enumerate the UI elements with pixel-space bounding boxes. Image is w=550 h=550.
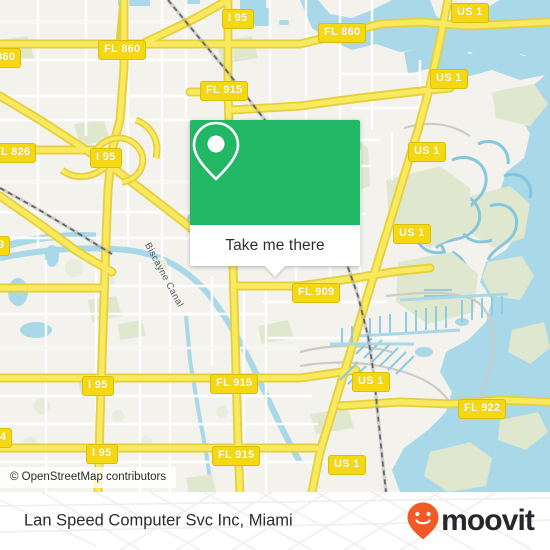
road-shield: 9 <box>0 236 11 256</box>
road-shield: I 95 <box>86 444 118 464</box>
road-shield: FL 915 <box>200 81 249 101</box>
take-me-there-label[interactable]: Take me there <box>225 237 325 255</box>
road-shield: FL 826 <box>0 143 37 163</box>
road-shield: 860 <box>0 48 22 68</box>
moovit-smiley-pin-icon <box>407 502 439 540</box>
road-shield: FL 922 <box>458 399 507 419</box>
popup-action-area[interactable]: Take me there <box>190 225 360 266</box>
road-shield: I 95 <box>82 376 114 396</box>
road-shield: FL 915 <box>212 446 261 466</box>
road-shield: US 1 <box>328 455 366 475</box>
place-title: Lan Speed Computer Svc Inc, Miami <box>24 511 293 530</box>
road-shield: FL 860 <box>98 40 147 60</box>
road-shield: 4 <box>0 428 13 448</box>
map-canvas[interactable]: Biscayne Canal I 95FL 860US 1FL 860860US… <box>0 0 550 492</box>
moovit-wordmark: moovit <box>441 504 535 537</box>
road-shield: US 1 <box>408 142 446 162</box>
moovit-logo[interactable]: moovit <box>406 501 535 541</box>
osm-attribution[interactable]: © OpenStreetMap contributors <box>0 467 177 488</box>
location-pin-icon <box>192 121 240 181</box>
road-shield: FL 915 <box>210 374 259 394</box>
place-popup[interactable]: Take me there <box>190 120 360 277</box>
road-shield: I 95 <box>90 148 122 168</box>
map-screen: Biscayne Canal I 95FL 860US 1FL 860860US… <box>0 0 550 550</box>
popup-card[interactable]: Take me there <box>190 120 360 266</box>
road-shield: US 1 <box>393 224 431 244</box>
road-shield: US 1 <box>451 3 489 23</box>
road-shield: US 1 <box>352 372 390 392</box>
road-shield: I 95 <box>222 9 254 29</box>
popup-image-area <box>190 120 360 225</box>
road-shield: FL 909 <box>292 283 341 303</box>
popup-pointer <box>265 266 285 277</box>
road-shield: US 1 <box>430 69 468 89</box>
road-shield: FL 860 <box>318 23 367 43</box>
footer-bar: Lan Speed Computer Svc Inc, Miami moovit <box>0 492 550 550</box>
